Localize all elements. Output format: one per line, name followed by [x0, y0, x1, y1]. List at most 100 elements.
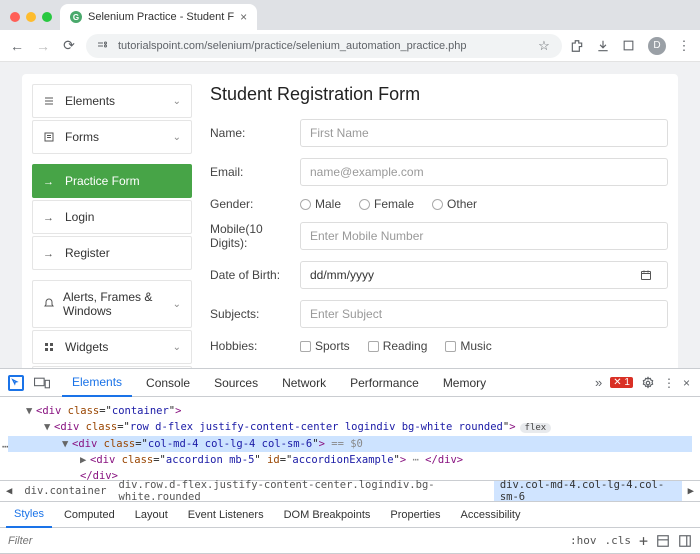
dob-input[interactable]: dd/mm/yyyy — [300, 261, 668, 289]
profile-avatar[interactable]: D — [648, 37, 666, 55]
cls-toggle[interactable]: .cls — [604, 534, 631, 547]
label-hobbies: Hobbies: — [210, 339, 300, 353]
styles-filter-bar: :hov .cls + — [0, 528, 700, 554]
label-gender: Gender: — [210, 197, 300, 211]
window-controls — [6, 12, 60, 30]
chevron-down-icon: ⌄ — [173, 299, 181, 310]
radio-male[interactable]: Male — [300, 197, 341, 211]
minimize-window-icon[interactable] — [26, 12, 36, 22]
breadcrumb-item[interactable]: div.container — [18, 481, 112, 501]
label-name: Name: — [210, 126, 300, 140]
close-window-icon[interactable] — [10, 12, 20, 22]
new-style-rule-icon[interactable]: + — [639, 532, 648, 550]
browser-tab[interactable]: G Selenium Practice - Student F × — [60, 4, 257, 30]
radio-icon — [300, 199, 311, 210]
chevron-down-icon: ⌄ — [173, 342, 181, 353]
checkbox-icon — [445, 341, 456, 352]
bookmark-icon[interactable]: ☆ — [536, 38, 552, 54]
devtab-sources[interactable]: Sources — [204, 369, 268, 397]
devtab-elements[interactable]: Elements — [62, 369, 132, 397]
list-icon — [43, 95, 57, 107]
arrow-icon: → — [43, 210, 57, 224]
sidebar-label: Practice Form — [65, 174, 140, 188]
devtab-performance[interactable]: Performance — [340, 369, 429, 397]
forward-button[interactable]: → — [34, 38, 52, 54]
download-icon[interactable] — [596, 39, 612, 53]
sidebar-item-elements[interactable]: Elements⌄ — [32, 84, 192, 118]
settings-icon[interactable] — [641, 376, 655, 390]
styletab-styles[interactable]: Styles — [6, 502, 52, 528]
checkbox-reading[interactable]: Reading — [368, 339, 428, 353]
devtab-network[interactable]: Network — [272, 369, 336, 397]
sidebar-label: Elements — [65, 94, 115, 108]
form-panel: Student Registration Form Name: Email: G… — [192, 84, 668, 368]
styletab-event-listeners[interactable]: Event Listeners — [180, 502, 272, 528]
devtools-more-tabs-icon[interactable]: » — [595, 375, 602, 390]
crumb-next-icon[interactable]: ▶ — [682, 485, 700, 497]
styles-filter-input[interactable] — [0, 535, 570, 547]
mobile-input[interactable] — [300, 222, 668, 250]
styletab-dom-breakpoints[interactable]: DOM Breakpoints — [276, 502, 379, 528]
styletab-computed[interactable]: Computed — [56, 502, 123, 528]
checkbox-icon — [300, 341, 311, 352]
address-bar: ← → ⟳ tutorialspoint.com/selenium/practi… — [0, 30, 700, 62]
devtab-console[interactable]: Console — [136, 369, 200, 397]
devtools-close-icon[interactable]: × — [683, 376, 690, 390]
devtools-menu-icon[interactable]: ⋮ — [663, 376, 675, 390]
arrow-icon: → — [43, 246, 57, 260]
main-container: Elements⌄Forms⌄→Practice Form→Login→Regi… — [22, 74, 678, 368]
name-input[interactable] — [300, 119, 668, 147]
radio-other[interactable]: Other — [432, 197, 477, 211]
site-info-icon[interactable] — [96, 40, 112, 52]
page-viewport: Elements⌄Forms⌄→Practice Form→Login→Regi… — [0, 62, 700, 368]
grid-icon — [43, 341, 57, 353]
sidebar-item-alerts-frames-windows[interactable]: Alerts, Frames & Windows⌄ — [32, 280, 192, 328]
reload-button[interactable]: ⟳ — [60, 37, 78, 54]
sidebar-item-practice-form[interactable]: → Practice Form — [32, 164, 192, 198]
back-button[interactable]: ← — [8, 38, 26, 54]
styletab-layout[interactable]: Layout — [127, 502, 176, 528]
url-text: tutorialspoint.com/selenium/practice/sel… — [118, 40, 530, 52]
styletab-properties[interactable]: Properties — [382, 502, 448, 528]
checkbox-sports[interactable]: Sports — [300, 339, 350, 353]
sidebar-item-register[interactable]: →Register — [32, 236, 192, 270]
hov-toggle[interactable]: :hov — [570, 534, 597, 547]
breadcrumb-item[interactable]: div.col-md-4.col-lg-4.col-sm-6 — [494, 481, 682, 501]
crumb-prev-icon[interactable]: ◀ — [0, 485, 18, 497]
subjects-input[interactable] — [300, 300, 668, 328]
devtools-tabs: ElementsConsoleSourcesNetworkPerformance… — [0, 369, 700, 397]
calendar-icon[interactable] — [640, 269, 652, 281]
styletab-accessibility[interactable]: Accessibility — [453, 502, 529, 528]
close-tab-icon[interactable]: × — [240, 10, 247, 24]
dob-placeholder: dd/mm/yyyy — [310, 268, 374, 282]
breadcrumb-item[interactable]: div.row.d-flex.justify-content-center.lo… — [113, 481, 494, 501]
maximize-window-icon[interactable] — [42, 12, 52, 22]
toggle-sidebar-icon[interactable] — [678, 534, 692, 548]
label-dob: Date of Birth: — [210, 268, 300, 282]
radio-icon — [359, 199, 370, 210]
sidebar-item-widgets[interactable]: Widgets⌄ — [32, 330, 192, 364]
extensions-icon[interactable] — [570, 39, 586, 53]
error-badge[interactable]: ✕ 1 — [610, 377, 633, 388]
browser-tabbar: G Selenium Practice - Student F × — [0, 0, 700, 30]
dom-tree[interactable]: ⋯ ▼<div class="container"> ▼<div class="… — [0, 397, 700, 480]
page-title: Student Registration Form — [210, 84, 668, 105]
arrow-icon: → — [43, 174, 57, 188]
email-input[interactable] — [300, 158, 668, 186]
favicon-icon: G — [70, 11, 82, 23]
hobby-checks: Sports Reading Music — [300, 339, 492, 353]
inspect-icon[interactable] — [8, 375, 24, 391]
sidebar-item-forms[interactable]: Forms⌄ — [32, 120, 192, 154]
sidebar-item-login[interactable]: →Login — [32, 200, 192, 234]
reading-list-icon[interactable] — [622, 39, 638, 52]
url-box[interactable]: tutorialspoint.com/selenium/practice/sel… — [86, 34, 562, 58]
devtab-memory[interactable]: Memory — [433, 369, 496, 397]
checkbox-music[interactable]: Music — [445, 339, 491, 353]
collapsed-ancestors-icon[interactable]: ⋯ — [2, 439, 7, 455]
gender-radios: Male Female Other — [300, 197, 477, 211]
device-toolbar-icon[interactable] — [34, 376, 50, 390]
computed-styles-icon[interactable] — [656, 534, 670, 548]
radio-female[interactable]: Female — [359, 197, 414, 211]
sidebar: Elements⌄Forms⌄→Practice Form→Login→Regi… — [32, 84, 192, 368]
menu-icon[interactable]: ⋮ — [676, 38, 692, 54]
